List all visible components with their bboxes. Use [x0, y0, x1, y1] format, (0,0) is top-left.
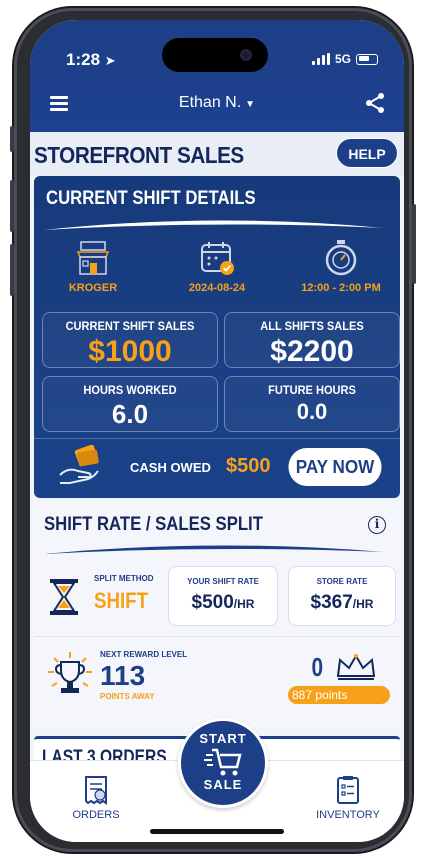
main-content: STOREFRONT SALES HELP CURRENT SHIFT DETA…: [30, 132, 404, 762]
store-name: KROGER: [68, 282, 118, 294]
store-rate-box: STORE RATE $367/HR: [288, 566, 396, 626]
signal-icon: [311, 53, 330, 65]
split-method-label: SPLIT METHOD: [94, 574, 154, 583]
rate-unit: /HR: [352, 597, 374, 611]
cash-owed-value: $500: [226, 455, 271, 477]
nav-inventory-label: INVENTORY: [316, 809, 380, 821]
current-shift-title: CURRENT SHIFT DETAILS: [46, 188, 256, 209]
camera-icon: [240, 49, 252, 61]
start-sale-button[interactable]: START SALE: [178, 718, 268, 808]
trophy-icon: [48, 652, 92, 693]
hours-worked-box: HOURS WORKED 6.0: [42, 376, 218, 432]
app-screen: 1:28 ➤ 5G Ethan N. ▼ STOREFRONT SALES HEL…: [30, 20, 404, 842]
current-shift-sales-box: CURRENT SHIFT SALES $1000: [42, 312, 218, 368]
location-arrow-icon: ➤: [104, 53, 116, 68]
current-sales-label: CURRENT SHIFT SALES: [65, 319, 195, 333]
split-title-swoosh: [44, 545, 384, 554]
user-selector[interactable]: Ethan N. ▼: [30, 94, 404, 112]
current-sales-value: $1000: [88, 335, 172, 368]
reward-sub: POINTS AWAY: [100, 692, 155, 701]
shift-info-row: KROGER 2024-08-24 12:00 - 2:00 PM: [34, 238, 400, 308]
volume-up-button: [10, 180, 14, 232]
store-rate-value: $367/HR: [310, 592, 374, 613]
status-indicators: 5G: [311, 52, 378, 66]
future-hours-value: 0.0: [296, 399, 328, 424]
info-icon[interactable]: i: [368, 516, 386, 534]
power-button: [412, 204, 416, 284]
all-sales-label: ALL SHIFTS SALES: [260, 319, 364, 333]
start-sale-bottom-label: SALE: [203, 777, 243, 792]
all-shifts-sales-box: ALL SHIFTS SALES $2200: [224, 312, 400, 368]
reward-value: 113: [100, 660, 146, 691]
shift-rate-card: SHIFT RATE / SALES SPLIT i SPLIT METHOD …: [34, 504, 400, 730]
date-info: 2024-08-24: [162, 238, 272, 294]
hourglass-icon: [50, 579, 78, 615]
calendar-icon: [201, 242, 234, 275]
split-method-value: SHIFT: [94, 588, 149, 613]
volume-down-button: [10, 244, 14, 296]
top-bar: 1:28 ➤ 5G Ethan N. ▼: [30, 20, 404, 132]
store-rate-label: STORE RATE: [316, 577, 368, 586]
cart-icon: [204, 748, 242, 776]
stopwatch-icon: [325, 240, 357, 276]
nav-orders[interactable]: ORDERS: [64, 775, 128, 821]
hours-worked-value: 6.0: [111, 399, 149, 429]
share-icon[interactable]: [364, 92, 386, 114]
nav-inventory[interactable]: INVENTORY: [308, 775, 388, 821]
network-label: 5G: [334, 52, 351, 66]
rate-unit: /HR: [233, 597, 255, 611]
store-info: KROGER: [38, 238, 148, 294]
time-info: 12:00 - 2:00 PM: [286, 238, 396, 294]
status-time: 1:28 ➤: [66, 50, 116, 69]
checklist-icon: [337, 776, 359, 804]
points-pill: 887 points: [288, 686, 390, 704]
shift-time-range: 12:00 - 2:00 PM: [301, 282, 381, 294]
title-swoosh: [44, 220, 384, 230]
future-hours-box: FUTURE HOURS 0.0: [224, 376, 400, 432]
home-indicator[interactable]: [150, 829, 284, 834]
start-sale-top-label: START: [199, 731, 247, 746]
dynamic-island: [162, 38, 268, 72]
all-sales-value: $2200: [270, 335, 354, 368]
action-button: [10, 126, 14, 152]
split-title: SHIFT RATE / SALES SPLIT: [44, 514, 263, 535]
battery-icon: [356, 53, 378, 65]
caret-down-icon: ▼: [245, 99, 256, 110]
future-hours-label: FUTURE HOURS: [268, 383, 356, 397]
your-rate-label: YOUR SHIFT RATE: [187, 577, 259, 586]
crown-count: 0: [311, 652, 324, 682]
shop-icon: [76, 241, 110, 275]
receipt-icon: [85, 776, 107, 805]
reward-label: NEXT REWARD LEVEL: [100, 650, 188, 659]
pay-now-button[interactable]: PAY NOW: [288, 448, 382, 486]
page-header: STOREFRONT SALES HELP: [30, 132, 404, 176]
nav-orders-label: ORDERS: [72, 809, 120, 821]
cash-owed-row: CASH OWED $500 PAY NOW: [34, 438, 400, 496]
cash-hand-icon: [59, 445, 99, 484]
your-shift-rate-box: YOUR SHIFT RATE $500/HR: [168, 566, 278, 626]
current-shift-card: CURRENT SHIFT DETAILS KROGER 2024-08-24 …: [34, 176, 400, 498]
your-rate-value: $500/HR: [191, 592, 255, 613]
cash-owed-label: CASH OWED: [130, 460, 211, 475]
hours-worked-label: HOURS WORKED: [83, 383, 177, 397]
user-name: Ethan N.: [178, 94, 242, 111]
crown-icon: [336, 654, 376, 680]
page-title: STOREFRONT SALES: [34, 142, 244, 168]
help-button[interactable]: HELP: [336, 138, 398, 168]
shift-date: 2024-08-24: [188, 282, 246, 294]
reward-divider: [34, 636, 400, 637]
